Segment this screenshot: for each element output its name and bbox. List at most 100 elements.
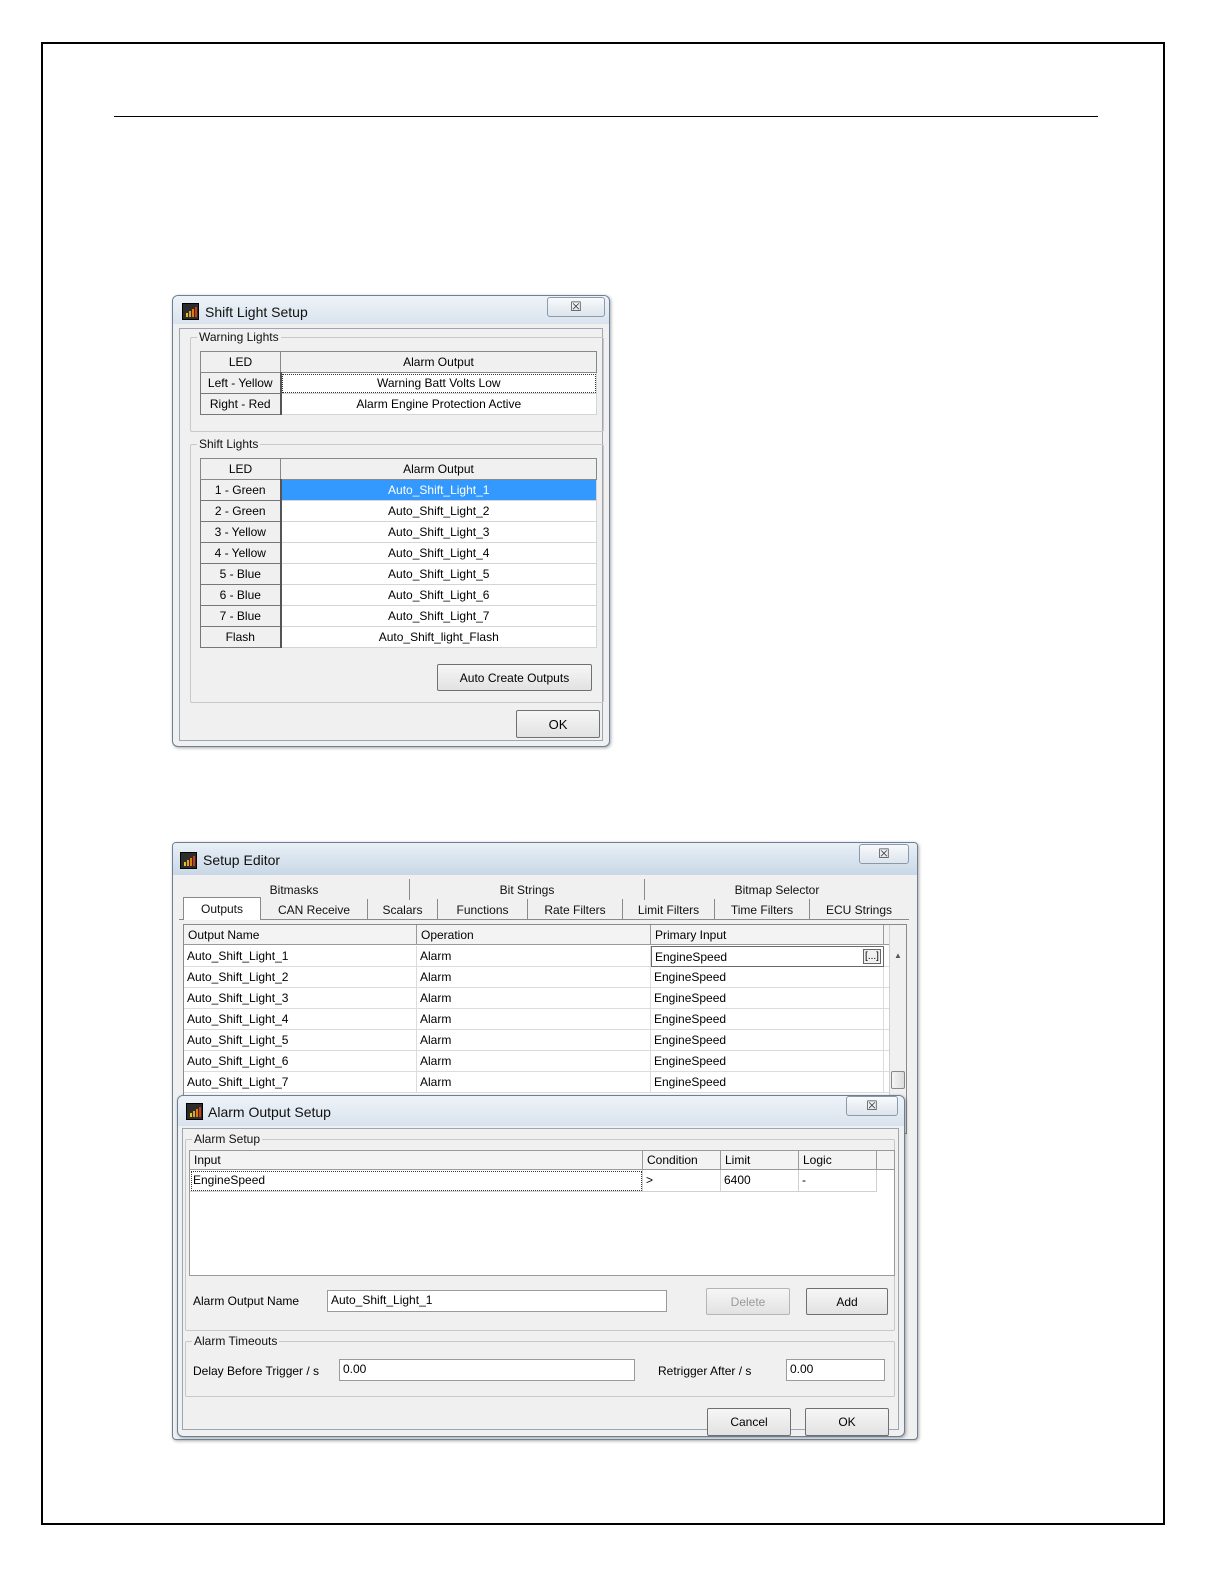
primary-input-cell[interactable]: EngineSpeed xyxy=(651,1072,884,1093)
close-icon[interactable]: ☒ xyxy=(859,844,909,864)
add-button[interactable]: Add xyxy=(806,1288,888,1315)
tab-functions[interactable]: Functions xyxy=(438,899,528,920)
led-label: Right - Red xyxy=(200,393,282,415)
input-cell[interactable]: EngineSpeed xyxy=(190,1170,643,1192)
output-name-cell[interactable]: Auto_Shift_Light_5 xyxy=(184,1030,417,1051)
col-limit[interactable]: Limit xyxy=(721,1151,799,1170)
col-primary-input[interactable]: Primary Input xyxy=(651,925,884,945)
output-name-cell[interactable]: Auto_Shift_Light_7 xyxy=(184,1072,417,1093)
alarm-output-cell[interactable]: Auto_Shift_Light_6 xyxy=(280,584,597,606)
table-row[interactable]: Auto_Shift_Light_3 Alarm EngineSpeed xyxy=(184,988,889,1009)
alarm-output-name-field[interactable]: Auto_Shift_Light_1 xyxy=(327,1290,667,1312)
col-logic[interactable]: Logic xyxy=(799,1151,877,1170)
primary-input-cell[interactable]: EngineSpeed xyxy=(651,967,884,988)
scroll-thumb[interactable] xyxy=(891,1071,905,1089)
shift-lights-group: Shift Lights LED Alarm Output 1 - Green … xyxy=(190,437,604,703)
alarm-output-setup-window: Alarm Output Setup ☒ Alarm Setup Input C… xyxy=(177,1095,905,1437)
output-name-cell[interactable]: Auto_Shift_Light_6 xyxy=(184,1051,417,1072)
retrigger-after-field[interactable]: 0.00 xyxy=(786,1359,885,1381)
alarm-output-cell[interactable]: Auto_Shift_light_Flash xyxy=(280,626,597,648)
tab-ecu-strings[interactable]: ECU Strings xyxy=(810,899,908,920)
col-operation[interactable]: Operation xyxy=(417,925,651,945)
primary-input-cell[interactable]: EngineSpeed xyxy=(651,988,884,1009)
primary-input-cell[interactable]: EngineSpeed xyxy=(651,1051,884,1072)
shift-light-titlebar[interactable]: Shift Light Setup ☒ xyxy=(173,296,609,324)
alarm-output-cell[interactable]: Auto_Shift_Light_3 xyxy=(280,521,597,543)
tab-can-receive[interactable]: CAN Receive xyxy=(261,899,368,920)
limit-cell[interactable]: 6400 xyxy=(721,1170,799,1192)
alarm-timeouts-legend: Alarm Timeouts xyxy=(192,1334,280,1348)
table-row[interactable]: Auto_Shift_Light_7 Alarm EngineSpeed xyxy=(184,1072,889,1093)
alarm-output-cell[interactable]: Auto_Shift_Light_5 xyxy=(280,563,597,585)
shift-lights-table: LED Alarm Output 1 - Green Auto_Shift_Li… xyxy=(200,458,597,648)
setup-editor-titlebar[interactable]: Setup Editor ☒ xyxy=(173,843,917,875)
output-name-cell[interactable]: Auto_Shift_Light_4 xyxy=(184,1009,417,1030)
delete-button[interactable]: Delete xyxy=(706,1288,790,1315)
window-title: Setup Editor xyxy=(203,852,281,868)
tab-time-filters[interactable]: Time Filters xyxy=(715,899,810,920)
col-input[interactable]: Input xyxy=(190,1151,643,1170)
cancel-button[interactable]: Cancel xyxy=(707,1408,791,1436)
alarm-output-cell[interactable]: Alarm Engine Protection Active xyxy=(280,393,597,415)
output-name-cell[interactable]: Auto_Shift_Light_1 xyxy=(184,946,417,967)
table-row[interactable]: Auto_Shift_Light_4 Alarm EngineSpeed xyxy=(184,1009,889,1030)
led-label: 2 - Green xyxy=(200,500,282,522)
operation-cell[interactable]: Alarm xyxy=(417,1072,651,1093)
alarm-output-cell[interactable]: Auto_Shift_Light_7 xyxy=(280,605,597,627)
tab-bit-strings[interactable]: Bit Strings xyxy=(410,879,645,900)
alarm-conditions-table: Input Condition Limit Logic EngineSpeed … xyxy=(189,1150,895,1276)
close-icon[interactable]: ☒ xyxy=(547,297,605,317)
alarm-setup-legend: Alarm Setup xyxy=(192,1132,263,1146)
outputs-grid-header: Output Name Operation Primary Input xyxy=(184,925,889,945)
delay-before-trigger-field[interactable]: 0.00 xyxy=(339,1359,635,1381)
header-rule xyxy=(114,116,1098,117)
operation-cell[interactable]: Alarm xyxy=(417,1009,651,1030)
operation-cell[interactable]: Alarm xyxy=(417,1030,651,1051)
table-row[interactable]: Auto_Shift_Light_1 Alarm EngineSpeed [..… xyxy=(184,946,889,967)
warning-lights-legend: Warning Lights xyxy=(197,330,281,344)
table-row[interactable]: Auto_Shift_Light_5 Alarm EngineSpeed xyxy=(184,1030,889,1051)
tab-outputs[interactable]: Outputs xyxy=(183,897,261,920)
operation-cell[interactable]: Alarm xyxy=(417,946,651,967)
primary-input-cell[interactable]: EngineSpeed [...] xyxy=(651,946,884,967)
led-label: 4 - Yellow xyxy=(200,542,282,564)
tab-limit-filters[interactable]: Limit Filters xyxy=(623,899,715,920)
tab-scalars[interactable]: Scalars xyxy=(368,899,438,920)
col-led-header: LED xyxy=(200,458,281,480)
led-label: 6 - Blue xyxy=(200,584,282,606)
led-label: 5 - Blue xyxy=(200,563,282,585)
ok-button[interactable]: OK xyxy=(805,1408,889,1436)
tab-bitmap-selector[interactable]: Bitmap Selector xyxy=(645,879,909,900)
alarm-output-cell[interactable]: Auto_Shift_Light_4 xyxy=(280,542,597,564)
col-led-header: LED xyxy=(200,351,281,373)
ok-button[interactable]: OK xyxy=(516,710,600,738)
col-output-name[interactable]: Output Name xyxy=(184,925,417,945)
alarm-output-cell[interactable]: Auto_Shift_Light_2 xyxy=(280,500,597,522)
alarm-condition-row[interactable]: EngineSpeed > 6400 - xyxy=(190,1170,877,1192)
alarm-setup-group: Alarm Setup Input Condition Limit Logic … xyxy=(185,1132,895,1331)
output-name-cell[interactable]: Auto_Shift_Light_2 xyxy=(184,967,417,988)
logic-cell[interactable]: - xyxy=(799,1170,877,1192)
retrigger-after-label: Retrigger After / s xyxy=(658,1364,752,1378)
scroll-up-icon[interactable]: ▲ xyxy=(890,947,906,963)
primary-input-cell[interactable]: EngineSpeed xyxy=(651,1030,884,1051)
col-condition[interactable]: Condition xyxy=(643,1151,721,1170)
warning-lights-group: Warning Lights LED Alarm Output Left - Y… xyxy=(190,330,604,432)
alarm-dialog-body: Alarm Setup Input Condition Limit Logic … xyxy=(182,1128,899,1436)
alarm-output-titlebar[interactable]: Alarm Output Setup ☒ xyxy=(178,1096,904,1126)
dialog-body: Warning Lights LED Alarm Output Left - Y… xyxy=(179,328,604,741)
operation-cell[interactable]: Alarm xyxy=(417,988,651,1009)
output-name-cell[interactable]: Auto_Shift_Light_3 xyxy=(184,988,417,1009)
close-icon[interactable]: ☒ xyxy=(846,1096,898,1116)
browse-button[interactable]: [...] xyxy=(863,949,881,964)
operation-cell[interactable]: Alarm xyxy=(417,967,651,988)
primary-input-cell[interactable]: EngineSpeed xyxy=(651,1009,884,1030)
operation-cell[interactable]: Alarm xyxy=(417,1051,651,1072)
alarm-output-cell[interactable]: Warning Batt Volts Low xyxy=(280,372,597,394)
table-row[interactable]: Auto_Shift_Light_2 Alarm EngineSpeed xyxy=(184,967,889,988)
condition-cell[interactable]: > xyxy=(643,1170,721,1192)
alarm-output-cell[interactable]: Auto_Shift_Light_1 xyxy=(280,479,597,501)
table-row[interactable]: Auto_Shift_Light_6 Alarm EngineSpeed xyxy=(184,1051,889,1072)
tab-rate-filters[interactable]: Rate Filters xyxy=(528,899,623,920)
auto-create-outputs-button[interactable]: Auto Create Outputs xyxy=(437,664,592,691)
